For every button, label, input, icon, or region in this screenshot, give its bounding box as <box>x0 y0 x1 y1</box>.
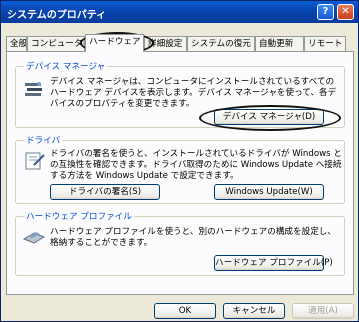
windows-update-button[interactable]: Windows Update(W) <box>214 184 324 200</box>
close-icon[interactable]: ✕ <box>337 4 354 20</box>
hardware-profiles-group: ハードウェア プロファイル ハードウェア プロファイルを使うと、別のハードウェア… <box>15 210 345 276</box>
drivers-group: ドライバ ドライバの署名を使うと、インストールされているドライバが Window… <box>15 134 345 204</box>
cancel-button[interactable]: キャンセル <box>223 303 285 319</box>
device-manager-group: デバイス マネージャ デバイス マネージャは、コンピュータにインストールされてい… <box>15 60 345 128</box>
device-manager-button[interactable]: デバイス マネージャ(D) <box>214 109 324 125</box>
ok-button[interactable]: OK <box>154 303 216 319</box>
tab-hardware[interactable]: ハードウェア <box>85 34 144 52</box>
window-title: システムのプロパティ <box>7 10 107 21</box>
tab-remote[interactable]: リモート <box>304 36 346 51</box>
tab-panel: デバイス マネージャ デバイス マネージャは、コンピュータにインストールされてい… <box>6 51 354 295</box>
tab-computer-name[interactable]: コンピュータ名 <box>27 36 85 51</box>
driver-signing-icon <box>25 152 45 170</box>
help-icon[interactable]: ? <box>317 4 334 20</box>
driver-signing-button[interactable]: ドライバの署名(S) <box>50 184 160 200</box>
apply-button[interactable]: 適用(A) <box>292 303 354 319</box>
device-manager-group-label: デバイス マネージャ <box>24 60 108 72</box>
hardware-profiles-group-label: ハードウェア プロファイル <box>24 210 134 222</box>
tab-automatic-updates[interactable]: 自動更新 <box>255 36 304 51</box>
device-manager-icon <box>25 82 42 96</box>
drivers-group-label: ドライバ <box>24 134 63 146</box>
device-manager-description: デバイス マネージャは、コンピュータにインストールされているすべてのハードウェア… <box>50 77 337 109</box>
system-properties-window: システムのプロパティ ? ✕ 全般 コンピュータ名 ハードウェア 詳細設定 シス… <box>0 0 359 322</box>
title-bar[interactable]: システムのプロパティ ? ✕ <box>1 1 358 23</box>
tab-advanced[interactable]: 詳細設定 <box>144 36 187 51</box>
hardware-profiles-button[interactable]: ハードウェア プロファイル(P) <box>214 255 333 271</box>
tab-system-restore[interactable]: システムの復元 <box>187 36 255 51</box>
tab-general[interactable]: 全般 <box>6 36 27 51</box>
hardware-profile-icon <box>22 232 46 244</box>
hardware-profiles-description: ハードウェア プロファイルを使うと、別のハードウェアの構成を設定し、格納すること… <box>50 227 336 248</box>
drivers-description: ドライバの署名を使うと、インストールされているドライバが Windows との互… <box>50 149 342 181</box>
